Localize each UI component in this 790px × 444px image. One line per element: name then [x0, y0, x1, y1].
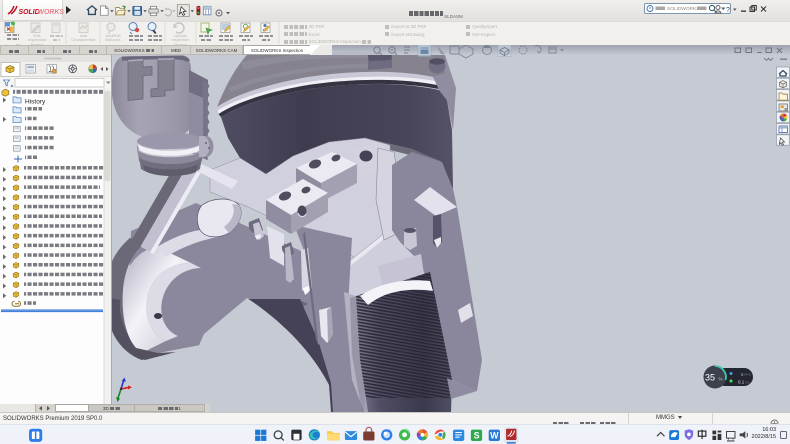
svg-text:WORKS: WORKS	[38, 9, 65, 16]
svg-text:S: S	[474, 431, 480, 441]
svg-text:ms: ms	[745, 381, 750, 385]
svg-text:%: %	[719, 377, 723, 382]
svg-text:?: ?	[726, 7, 730, 14]
svg-text:SOLIDWORKS: SOLIDWORKS	[667, 6, 700, 12]
svg-text:FPS: FPS	[744, 373, 751, 377]
svg-text:35: 35	[705, 373, 715, 383]
svg-text:0.1: 0.1	[738, 380, 745, 385]
svg-text:SOLID: SOLID	[19, 9, 40, 16]
svg-text:History: History	[25, 99, 46, 106]
svg-text:W: W	[490, 431, 499, 441]
